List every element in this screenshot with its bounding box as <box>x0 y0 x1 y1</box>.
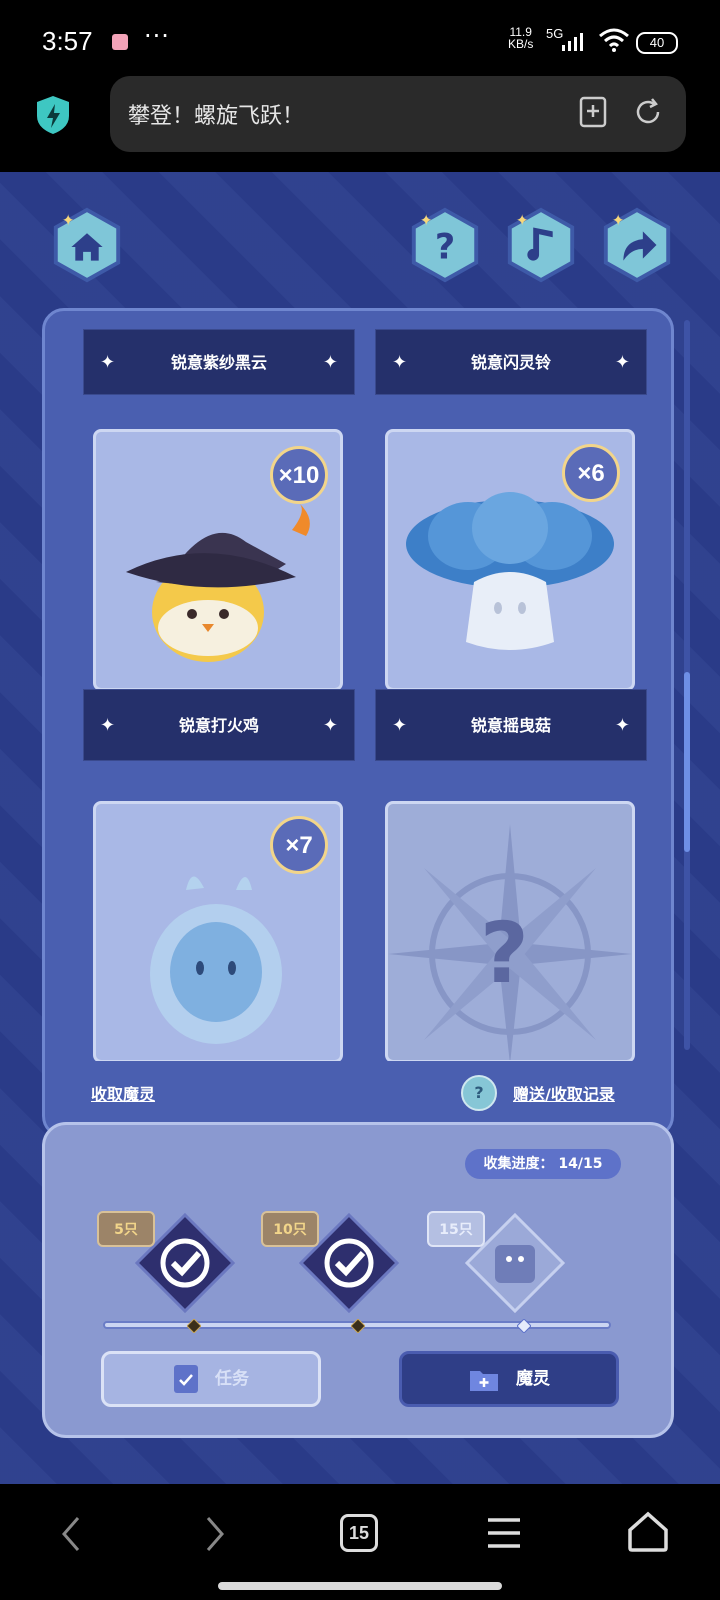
card-name: 锐意紫纱黑云 <box>170 353 267 372</box>
card-name-bar: ✦ 锐意闪灵铃 ✦ <box>375 329 647 395</box>
count-badge: ×6 <box>562 444 620 502</box>
sprite-button-label: 魔灵 <box>515 1369 550 1389</box>
gesture-home-bar[interactable] <box>218 1582 502 1590</box>
locked-card[interactable]: ? <box>385 801 635 1061</box>
sprite-card[interactable]: ×10 <box>93 429 343 691</box>
scrollbar-thumb[interactable] <box>684 672 690 852</box>
address-bar[interactable]: 攀登！螺旋飞跃！ <box>110 76 686 152</box>
folder-icon <box>470 1371 499 1391</box>
sparkle-icon: ✦ <box>392 352 408 373</box>
sparkle-icon: ✦ <box>392 715 408 736</box>
home-icon[interactable]: ✦ <box>48 206 126 284</box>
sparkle-icon: ✦ <box>322 352 338 373</box>
sparkle-icon: ✦ <box>614 715 630 736</box>
gift-record-link[interactable]: 赠送/收取记录 <box>513 1081 615 1105</box>
sprite-card[interactable]: ×7 <box>93 801 343 1061</box>
task-button[interactable]: 任务 <box>101 1351 321 1407</box>
collect-sprite-link[interactable]: 收取魔灵 <box>91 1081 155 1105</box>
card-name: 锐意摇曳菇 <box>470 716 551 735</box>
milestone-marker-icon <box>187 1319 201 1333</box>
card-grid[interactable]: ✦ 锐意紫纱黑云 ✦ ✦ 锐意闪灵铃 ✦ ×10 ✦ 锐意打火鸡 ✦ ×6 ✦ … <box>45 311 671 1061</box>
svg-text:✦: ✦ <box>420 212 433 230</box>
forward-icon[interactable] <box>204 1514 228 1554</box>
milestone-marker-icon <box>351 1319 365 1333</box>
milestone-label: 5只 <box>97 1211 155 1247</box>
wifi-icon <box>599 28 629 52</box>
task-doc-icon <box>174 1365 199 1393</box>
sparkle-icon: ✦ <box>100 715 116 736</box>
sprite-button[interactable]: 魔灵 <box>399 1351 619 1407</box>
milestone-marker-icon <box>517 1319 531 1333</box>
game-area: ✦ ? ✦ ✦ ✦ ✦ 锐意紫纱黑云 ✦ ✦ 锐意闪灵铃 ✦ ×10 ✦ 锐意打… <box>0 172 720 1484</box>
milestone-label: 15只 <box>427 1211 485 1247</box>
tabs-button[interactable]: 15 <box>340 1514 378 1552</box>
svg-text:✦: ✦ <box>516 212 529 230</box>
collection-panel: ✦ 锐意紫纱黑云 ✦ ✦ 锐意闪灵铃 ✦ ×10 ✦ 锐意打火鸡 ✦ ×6 ✦ … <box>42 308 674 1138</box>
sparkle-icon: ✦ <box>614 352 630 373</box>
net-speed: 11.9 KB/s <box>508 26 533 50</box>
net-speed-unit: KB/s <box>508 37 534 51</box>
card-name-bar: ✦ 锐意摇曳菇 ✦ <box>375 689 647 761</box>
card-name-bar: ✦ 锐意紫纱黑云 ✦ <box>83 329 355 395</box>
count-badge: ×10 <box>270 446 328 504</box>
card-name: 锐意闪灵铃 <box>470 353 551 372</box>
count-badge: ×7 <box>270 816 328 874</box>
notification-icon <box>112 34 128 50</box>
progress-label: 收集进度： <box>483 1156 554 1172</box>
collection-progress-panel: 收集进度： 14/15 5只 10只 15只 任务 魔灵 <box>42 1122 674 1438</box>
add-bookmark-icon[interactable] <box>578 96 608 128</box>
back-icon[interactable] <box>58 1514 82 1554</box>
status-bar: 3:57 ··· 11.9 KB/s 5G 40 <box>0 0 720 80</box>
more-notifications-icon: ··· <box>144 22 170 50</box>
reload-icon[interactable] <box>632 96 664 128</box>
locked-question-mark: ? <box>480 904 529 1002</box>
battery-indicator: 40 <box>636 32 678 54</box>
record-help-icon[interactable]: ? <box>461 1075 497 1111</box>
music-icon[interactable]: ✦ <box>502 206 580 284</box>
status-time: 3:57 <box>42 26 93 56</box>
svg-text:✦: ✦ <box>612 212 625 230</box>
menu-icon[interactable] <box>486 1516 522 1550</box>
browser-bar: 攀登！螺旋飞跃！ <box>0 76 720 172</box>
card-name-bar: ✦ 锐意打火鸡 ✦ <box>83 689 355 761</box>
sprite-card[interactable]: ×6 <box>385 429 635 691</box>
progress-badge: 收集进度： 14/15 <box>465 1149 621 1179</box>
sparkle-icon: ✦ <box>322 715 338 736</box>
home-nav-icon[interactable] <box>626 1510 670 1554</box>
svg-text:?: ? <box>435 227 455 268</box>
address-text[interactable]: 攀登！螺旋飞跃！ <box>128 98 304 130</box>
svg-text:✦: ✦ <box>62 212 75 230</box>
share-icon[interactable]: ✦ <box>598 206 676 284</box>
shield-icon[interactable] <box>34 94 72 136</box>
help-icon[interactable]: ? ✦ <box>406 206 484 284</box>
sparkle-icon: ✦ <box>100 352 116 373</box>
card-name: 锐意打火鸡 <box>178 716 259 735</box>
progress-value: 14/15 <box>558 1156 603 1172</box>
signal-icon <box>562 33 583 51</box>
milestone-label: 10只 <box>261 1211 319 1247</box>
task-button-label: 任务 <box>214 1369 249 1389</box>
